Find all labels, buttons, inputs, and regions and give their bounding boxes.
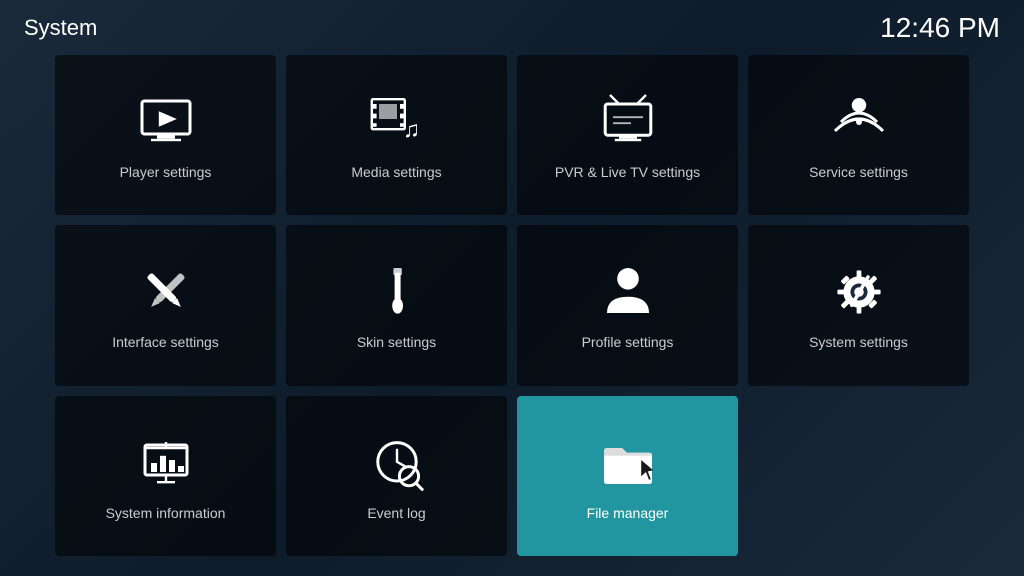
tile-event-log[interactable]: Event log [286, 396, 507, 556]
profile-icon [596, 260, 660, 324]
tile-service-settings[interactable]: Service settings [748, 55, 969, 215]
media-icon: ♫ [365, 90, 429, 154]
sysinfo-icon [134, 431, 198, 495]
clock: 12:46 PM [880, 12, 1000, 44]
file-manager-label: File manager [587, 505, 669, 521]
tile-media-settings[interactable]: ♫ Media settings [286, 55, 507, 215]
player-icon [134, 90, 198, 154]
app-title: System [24, 15, 97, 41]
tile-skin-settings[interactable]: Skin settings [286, 225, 507, 385]
system-information-label: System information [106, 505, 226, 521]
tile-system-information[interactable]: System information [55, 396, 276, 556]
tile-system-settings[interactable]: System settings [748, 225, 969, 385]
interface-settings-label: Interface settings [112, 334, 219, 350]
service-icon [827, 90, 891, 154]
tile-pvr-settings[interactable]: PVR & Live TV settings [517, 55, 738, 215]
event-log-label: Event log [367, 505, 425, 521]
tile-player-settings[interactable]: Player settings [55, 55, 276, 215]
service-settings-label: Service settings [809, 164, 908, 180]
media-settings-label: Media settings [351, 164, 441, 180]
system-settings-label: System settings [809, 334, 908, 350]
settings-grid: Player settings ♫ Media settings [55, 55, 969, 556]
eventlog-icon [365, 431, 429, 495]
interface-icon [134, 260, 198, 324]
skin-icon [365, 260, 429, 324]
skin-settings-label: Skin settings [357, 334, 436, 350]
profile-settings-label: Profile settings [582, 334, 674, 350]
tile-profile-settings[interactable]: Profile settings [517, 225, 738, 385]
pvr-icon [596, 90, 660, 154]
system-settings-icon [827, 260, 891, 324]
player-settings-label: Player settings [120, 164, 212, 180]
filemanager-icon [596, 431, 660, 495]
tile-file-manager[interactable]: File manager [517, 396, 738, 556]
tile-interface-settings[interactable]: Interface settings [55, 225, 276, 385]
svg-text:♫: ♫ [403, 116, 420, 142]
pvr-settings-label: PVR & Live TV settings [555, 164, 700, 180]
